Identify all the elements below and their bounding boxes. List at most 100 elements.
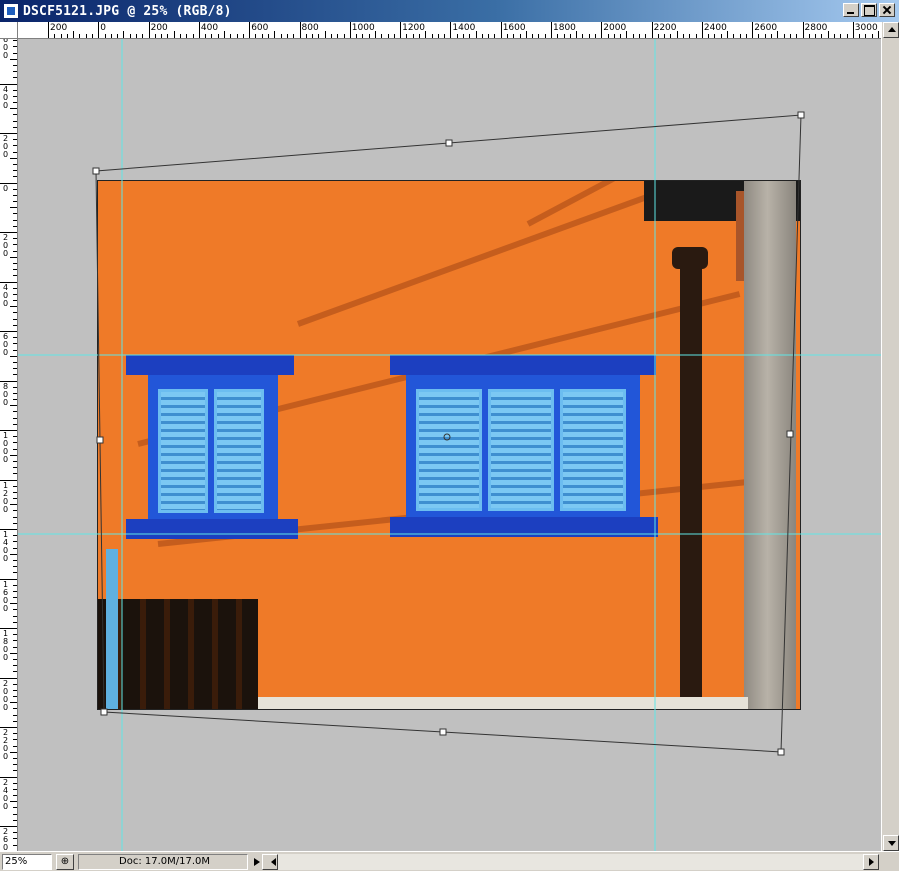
ruler-label: 1600	[502, 23, 526, 33]
transform-handle-top[interactable]	[445, 139, 453, 147]
transform-bounding-box[interactable]	[95, 114, 802, 753]
ruler-minor-tick	[796, 34, 798, 38]
ruler-minor-tick	[10, 405, 17, 407]
horizontal-scrollbar[interactable]	[262, 854, 879, 870]
ruler-major-tick	[148, 22, 150, 38]
transform-handle-bottom-left[interactable]	[100, 708, 108, 716]
ruler-minor-tick	[13, 126, 17, 128]
status-bar: 25% ⊕ Doc: 17.0M/17.0M	[0, 851, 899, 871]
ruler-label: 800	[301, 23, 319, 33]
ruler-minor-tick	[13, 139, 17, 141]
minimize-button[interactable]	[843, 3, 859, 17]
ruler-minor-tick	[173, 31, 175, 38]
ruler-minor-tick	[13, 188, 17, 190]
ruler-minor-tick	[13, 535, 17, 537]
ruler-minor-tick	[13, 71, 17, 73]
ruler-minor-tick	[808, 34, 810, 38]
title-bar[interactable]: DSCF5121.JPG @ 25% (RGB/8)	[0, 0, 899, 22]
ruler-minor-tick	[205, 34, 207, 38]
vertical-ruler[interactable]: 6004002000200400600800100012001400160018…	[0, 39, 18, 851]
ruler-minor-tick	[582, 34, 584, 38]
ruler-minor-tick	[10, 454, 17, 456]
ruler-minor-tick	[626, 31, 628, 38]
transform-handle-bottom-right[interactable]	[777, 748, 785, 756]
ruler-minor-tick	[727, 31, 729, 38]
ruler-minor-tick	[343, 34, 345, 38]
ruler-minor-tick	[387, 34, 389, 38]
ruler-minor-tick	[13, 615, 17, 617]
ruler-minor-tick	[54, 34, 56, 38]
ruler-minor-tick	[13, 64, 17, 66]
ruler-major-tick	[400, 22, 402, 38]
ruler-minor-tick	[758, 34, 760, 38]
ruler-minor-tick	[13, 770, 17, 772]
ruler-label: 2200	[653, 23, 677, 33]
ruler-major-tick	[601, 22, 603, 38]
close-button[interactable]	[879, 3, 895, 17]
ruler-minor-tick	[13, 77, 17, 79]
ruler-minor-tick	[695, 34, 697, 38]
ruler-major-tick	[48, 22, 49, 38]
ruler-label: 1400	[452, 23, 476, 33]
ruler-minor-tick	[13, 757, 17, 759]
ruler-minor-tick	[632, 34, 634, 38]
document-canvas[interactable]	[18, 39, 881, 851]
ruler-minor-tick	[13, 665, 17, 667]
ruler-label: 400	[200, 23, 219, 33]
maximize-button[interactable]	[861, 3, 877, 17]
vertical-scrollbar[interactable]	[881, 22, 899, 851]
horizontal-ruler[interactable]: 200 0 200 400 600 800 1000 1200 1400 1600 1800 2000…	[18, 22, 881, 39]
zoom-field[interactable]: 25%	[2, 853, 52, 870]
scroll-left-button[interactable]	[262, 854, 278, 870]
resize-grip-icon[interactable]	[881, 854, 899, 870]
ruler-minor-tick	[211, 34, 213, 38]
ruler-minor-tick	[475, 31, 477, 38]
status-menu-icon[interactable]: ⊕	[56, 853, 74, 870]
transform-handle-right[interactable]	[786, 430, 794, 438]
transform-handle-top-right[interactable]	[797, 111, 805, 119]
window-title: DSCF5121.JPG @ 25% (RGB/8)	[23, 3, 232, 19]
ruler-minor-tick	[129, 34, 131, 38]
scroll-right-button[interactable]	[863, 854, 879, 870]
ruler-minor-tick	[13, 764, 17, 766]
ruler-label: 2000	[603, 23, 627, 33]
ruler-minor-tick	[865, 34, 867, 38]
ruler-minor-tick	[13, 739, 17, 741]
ruler-minor-tick	[13, 120, 17, 122]
ruler-minor-tick	[639, 34, 641, 38]
ruler-minor-tick	[664, 34, 666, 38]
ruler-minor-tick	[79, 34, 81, 38]
ruler-minor-tick	[771, 34, 773, 38]
ruler-minor-tick	[13, 244, 17, 246]
ruler-minor-tick	[13, 436, 17, 438]
ruler-minor-tick	[381, 34, 383, 38]
ruler-label: 2200	[2, 728, 9, 761]
ruler-minor-tick	[444, 34, 446, 38]
transform-overlay[interactable]	[18, 39, 881, 851]
ruler-minor-tick	[92, 34, 93, 38]
transform-handle-left[interactable]	[96, 436, 104, 444]
ruler-minor-tick	[123, 31, 125, 38]
ruler-minor-tick	[236, 34, 238, 38]
ruler-minor-tick	[13, 720, 17, 722]
ruler-minor-tick	[13, 151, 17, 153]
ruler-minor-tick	[431, 34, 433, 38]
scroll-down-button[interactable]	[883, 835, 899, 851]
ruler-minor-tick	[714, 34, 716, 38]
transform-handle-top-left[interactable]	[92, 167, 100, 175]
ruler-major-tick	[551, 22, 552, 38]
transform-handle-bottom[interactable]	[439, 728, 447, 736]
photoshop-doc-icon[interactable]	[3, 3, 19, 19]
ruler-minor-tick	[588, 34, 590, 38]
ruler-minor-tick	[506, 34, 508, 38]
ruler-minor-tick	[224, 31, 226, 38]
ruler-minor-tick	[13, 423, 17, 425]
ruler-minor-tick	[13, 287, 17, 289]
ruler-minor-tick	[683, 34, 685, 38]
scroll-up-button[interactable]	[883, 22, 899, 38]
ruler-minor-tick	[10, 256, 17, 258]
ruler-major-tick	[802, 22, 804, 38]
ruler-origin[interactable]	[0, 22, 18, 39]
transform-reference-point[interactable]	[443, 433, 451, 441]
ruler-minor-tick	[481, 34, 483, 38]
